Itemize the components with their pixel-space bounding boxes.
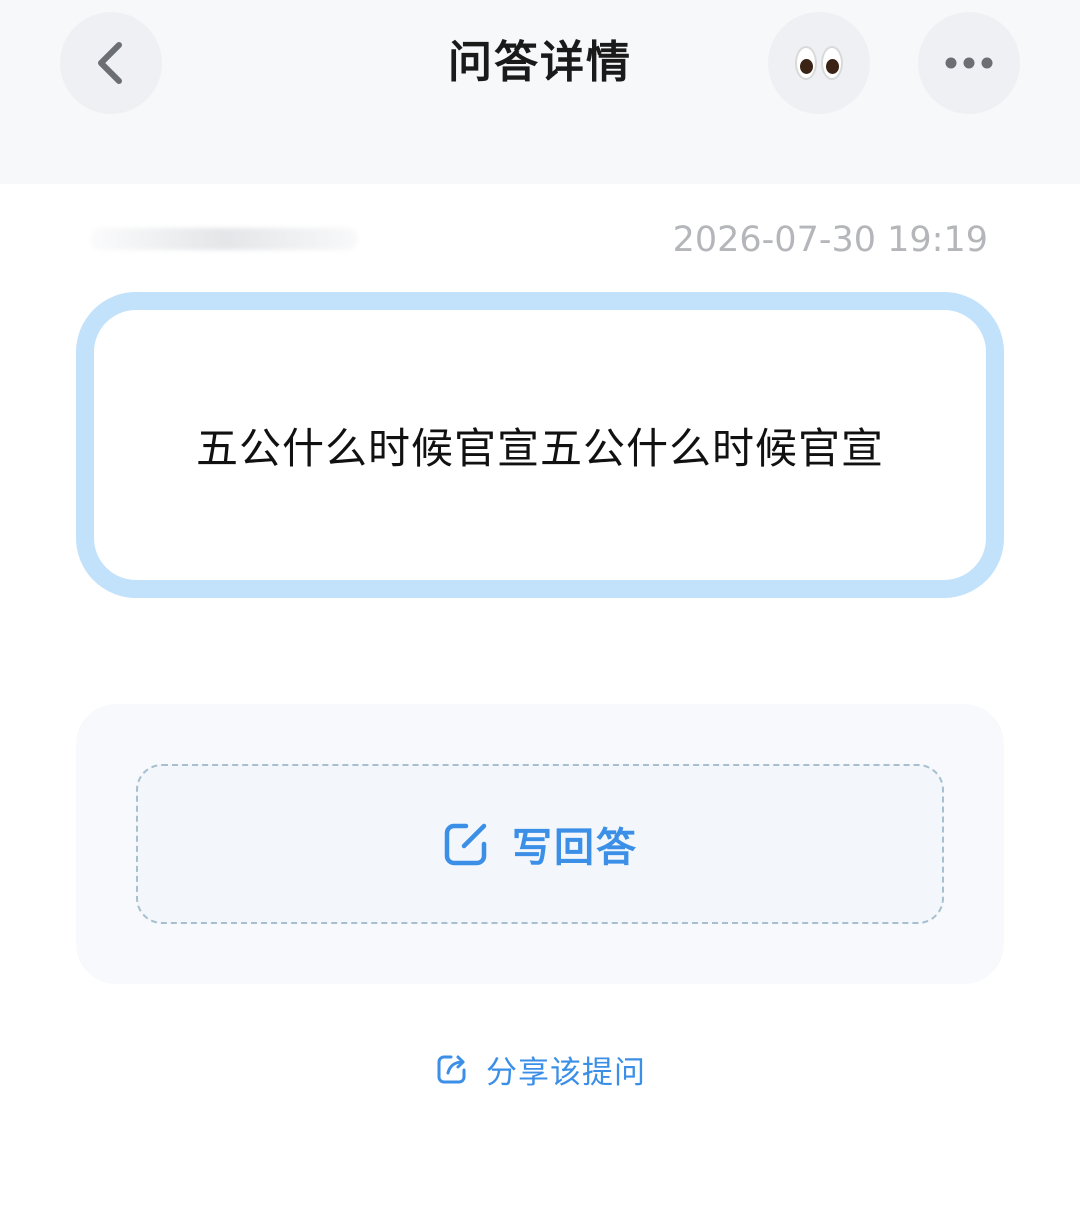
top-bar: 问答详情 (0, 0, 1080, 184)
question-text: 五公什么时候官宣五公什么时候官宣 (195, 423, 884, 473)
page-title: 问答详情 (448, 37, 632, 88)
write-answer-label: 写回答 (512, 825, 638, 871)
qa-detail-page: 问答详情 2026-07-30 19:19 五公什么时候官宣五公什么时候官宣 写… (0, 0, 1080, 1209)
share-question-link[interactable]: 分享该提问 (436, 1046, 646, 1092)
question-timestamp: 2026-07-30 19:19 (672, 220, 988, 260)
watch-button[interactable] (768, 12, 870, 114)
eyes-icon (793, 46, 845, 80)
ellipsis-icon (945, 57, 993, 69)
write-answer-button[interactable]: 写回答 (136, 764, 944, 924)
answer-panel: 写回答 (76, 704, 1004, 984)
back-button[interactable] (60, 12, 162, 114)
blurred-username (90, 228, 358, 250)
share-icon (437, 1055, 466, 1084)
chevron-left-icon (98, 42, 122, 84)
question-card: 五公什么时候官宣五公什么时候官宣 (76, 292, 1004, 598)
more-button[interactable] (918, 12, 1020, 114)
edit-icon (444, 823, 487, 866)
share-question-label: 分享该提问 (486, 1054, 646, 1091)
